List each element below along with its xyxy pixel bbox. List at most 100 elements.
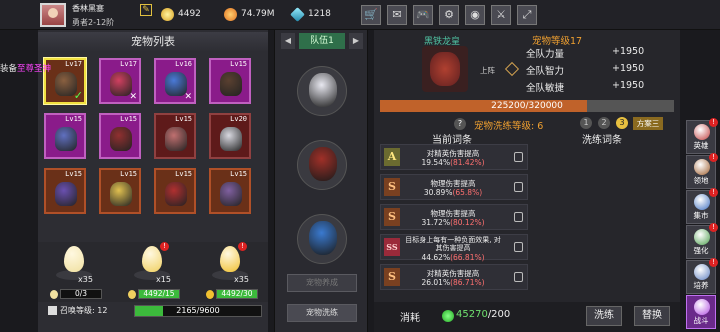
summon-egg-icon[interactable] — [142, 246, 162, 272]
buff-value: +1950 — [612, 46, 645, 57]
gem-value: 1218 — [308, 9, 331, 19]
pet-level: 宠物等级17 — [532, 36, 583, 47]
gamepad-icon[interactable]: 🎮 — [413, 5, 433, 25]
team-slot[interactable] — [297, 214, 347, 264]
team-next-arrow[interactable]: ▶ — [349, 33, 363, 49]
alert-badge-icon: ! — [238, 242, 247, 251]
sidebar-item-label: 集市 — [693, 211, 709, 220]
sidebar-item-market[interactable]: 集市! — [686, 188, 718, 224]
wash-level: 宠物洗练等级: 6 — [474, 121, 544, 132]
summon-egg-icon[interactable] — [220, 246, 240, 272]
sidebar-item-label: 英雄 — [693, 141, 709, 150]
buff-label: 全队敏捷 — [526, 83, 565, 94]
affix-grade-badge: A — [384, 148, 400, 166]
edit-icon[interactable]: ✎ — [140, 4, 152, 16]
check-icon: ✓ — [73, 89, 83, 102]
consume-bar: 消耗 45270/200 洗练 替换 — [374, 302, 680, 332]
summon-progress-bar: 2165/9600 — [134, 305, 262, 317]
pet-card-level: Lv17 — [120, 60, 137, 68]
plan-name-badge[interactable]: 方案三 — [633, 117, 663, 130]
player-name: 香林黑塞 — [72, 4, 104, 13]
affix-row[interactable]: SS 目标身上每有一种负面效果, 对其伤害提高 44.62%(66.81%) — [380, 234, 528, 262]
pet-sprite — [165, 182, 187, 206]
right-sidebar: 英雄! 领地! 集市! 强化! 培养! 战斗 — [684, 118, 718, 332]
lock-icon[interactable] — [514, 152, 523, 162]
pet-card[interactable]: Lv15 — [209, 58, 251, 104]
pet-card[interactable]: Lv15 — [44, 113, 86, 159]
pet-card-level: Lv15 — [230, 60, 247, 68]
affix-value: 44.62%(66.81%) — [403, 253, 503, 262]
team-prev-arrow[interactable]: ◀ — [281, 33, 295, 49]
mail-icon[interactable]: ✉ — [387, 5, 407, 25]
egg-count: x35 — [78, 275, 93, 284]
affix-row[interactable]: S 物理伤害提高 31.72%(80.12%) — [380, 204, 528, 230]
pet-card[interactable]: Lv20 — [209, 113, 251, 159]
help-icon[interactable]: ? — [454, 118, 466, 130]
plan-tab[interactable]: 3 — [616, 117, 628, 129]
affix-value-percent: (80.12%) — [450, 218, 485, 227]
buff-row: 全队智力 +1950 — [526, 63, 644, 77]
buff-row: 全队力量 +1950 — [526, 46, 644, 60]
lock-icon[interactable] — [514, 242, 523, 252]
buff-row: 全队敏捷 +1950 — [526, 80, 644, 94]
pet-card[interactable]: Lv16 ✕ — [154, 58, 196, 104]
plan-tab[interactable]: 2 — [598, 117, 610, 129]
sidebar-item-heroes[interactable]: 英雄! — [686, 118, 718, 154]
lock-icon[interactable] — [514, 182, 523, 192]
summon-egg-icon[interactable] — [64, 246, 84, 272]
onboard-label: 上阵 — [480, 66, 495, 75]
plan-tab[interactable]: 1 — [580, 117, 592, 129]
pet-wash-button[interactable]: 宠物洗练 — [287, 304, 357, 322]
pet-sprite — [110, 182, 132, 206]
affix-value-number: 19.54% — [421, 158, 451, 167]
consume-total: /200 — [487, 309, 511, 320]
color-wheel-icon[interactable]: ◉ — [465, 5, 485, 25]
replace-button[interactable]: 替换 — [634, 306, 670, 326]
affix-value: 31.72%(80.12%) — [403, 218, 503, 227]
affix-row[interactable]: S 对精英伤害提高 26.01%(86.71%) — [380, 264, 528, 290]
buff-label: 全队智力 — [526, 66, 565, 77]
pet-card[interactable]: Lv15 — [99, 168, 141, 214]
consume-label: 消耗 — [400, 313, 420, 324]
egg-progress-bar: 4492/15 — [138, 289, 180, 299]
pet-sprite — [220, 182, 242, 206]
pet-card[interactable]: Lv15 — [209, 168, 251, 214]
sidebar-item-battle[interactable]: 战斗 — [686, 295, 716, 329]
pet-card[interactable]: Lv15 — [154, 168, 196, 214]
affix-value: 19.54%(81.42%) — [403, 158, 503, 167]
egg-progress: 4492/30 — [206, 289, 258, 299]
gold-value: 4492 — [178, 9, 201, 19]
lock-icon[interactable] — [514, 212, 523, 222]
affix-row[interactable]: S 物理伤害提高 30.89%(65.8%) — [380, 174, 528, 200]
wash-button[interactable]: 洗练 — [586, 306, 622, 326]
sidebar-item-enhance[interactable]: 强化! — [686, 223, 718, 259]
sidebar-item-territory[interactable]: 领地! — [686, 153, 718, 189]
sword-icon[interactable]: ⚔ — [491, 5, 511, 25]
team-tab[interactable]: 队伍1 — [299, 33, 345, 49]
team-slot[interactable] — [297, 140, 347, 190]
pet-card[interactable]: Lv15 — [99, 113, 141, 159]
gold-coin-icon — [161, 8, 174, 21]
pet-card[interactable]: Lv15 — [154, 113, 196, 159]
sidebar-item-cultivate[interactable]: 培养! — [686, 258, 718, 294]
summon-row: 召唤等级: 12 2165/9600 — [38, 302, 268, 320]
pet-info-panel: 黑铁龙皇 上阵 宠物等级17 全队力量 +1950 全队智力 +1950 全队敏捷 +19… — [374, 30, 680, 332]
affix-value-number: 30.89% — [423, 188, 453, 197]
onboard-diamond-icon[interactable] — [504, 61, 520, 77]
cross-icon: ✕ — [184, 92, 192, 102]
pet-portrait — [422, 46, 468, 92]
player-avatar[interactable] — [40, 3, 66, 27]
pet-card-level: Lv17 — [65, 60, 82, 68]
pet-card[interactable]: Lv17 ✕ — [99, 58, 141, 104]
egg-progress-bar: 4492/30 — [216, 289, 258, 299]
affix-row[interactable]: A 对精英伤害提高 19.54%(81.42%) — [380, 144, 528, 170]
settings-icon[interactable]: ⚙ — [439, 5, 459, 25]
egg-progress-text: 4492/30 — [221, 289, 253, 298]
lock-icon[interactable] — [514, 272, 523, 282]
shop-icon[interactable]: 🛒 — [361, 5, 381, 25]
pet-card[interactable]: Lv15 — [44, 168, 86, 214]
wash-stone-icon — [442, 310, 454, 322]
expand-icon[interactable]: ⤢ — [517, 5, 537, 25]
pet-develop-button[interactable]: 宠物养成 — [287, 274, 357, 292]
team-slot[interactable] — [297, 66, 347, 116]
